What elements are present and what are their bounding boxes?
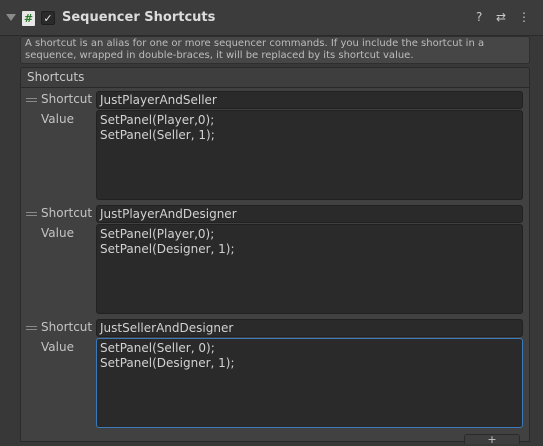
- shortcut-field[interactable]: JustPlayerAndDesigner: [96, 205, 523, 223]
- add-item-button[interactable]: +: [464, 434, 520, 445]
- foldout-arrow-icon[interactable]: [6, 14, 16, 21]
- help-box: A shortcut is an alias for one or more s…: [20, 36, 530, 64]
- component-header: # ✓ Sequencer Shortcuts ? ⇄ ⋮: [0, 0, 543, 36]
- drag-handle-icon[interactable]: [26, 325, 37, 331]
- value-label: Value: [41, 340, 74, 354]
- enable-checkbox[interactable]: ✓: [41, 11, 55, 25]
- drag-handle-icon[interactable]: [26, 97, 37, 103]
- value-textarea[interactable]: SetPanel(Player,0); SetPanel(Seller, 1);: [96, 110, 523, 200]
- shortcut-field[interactable]: JustPlayerAndSeller: [96, 91, 523, 109]
- shortcut-field[interactable]: JustSellerAndDesigner: [96, 319, 523, 337]
- value-label: Value: [41, 112, 74, 126]
- shortcuts-list-header[interactable]: Shortcuts: [20, 67, 530, 88]
- value-label: Value: [41, 226, 74, 240]
- value-textarea-focused[interactable]: SetPanel(Seller, 0); SetPanel(Designer, …: [96, 338, 523, 428]
- more-icon[interactable]: ⋮: [518, 10, 530, 24]
- component-title: Sequencer Shortcuts: [62, 10, 216, 25]
- shortcut-label: Shortcut: [41, 92, 93, 106]
- shortcut-label: Shortcut: [41, 320, 93, 334]
- value-textarea[interactable]: SetPanel(Player,0); SetPanel(Designer, 1…: [96, 224, 523, 314]
- script-icon: #: [22, 11, 35, 26]
- shortcut-label: Shortcut: [41, 206, 93, 220]
- help-icon[interactable]: ?: [476, 10, 482, 24]
- drag-handle-icon[interactable]: [26, 211, 37, 217]
- presets-icon[interactable]: ⇄: [496, 10, 506, 24]
